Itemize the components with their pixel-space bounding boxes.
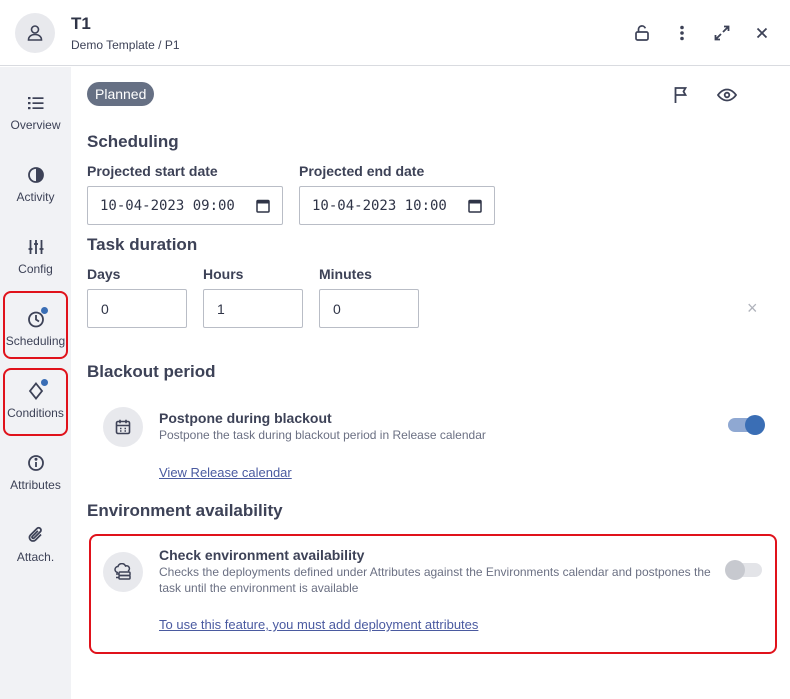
expand-button[interactable] [710,21,734,45]
end-date-input[interactable]: 10-04-2023 10:00 [299,186,495,225]
environment-icon-wrap [103,552,143,592]
clock-icon [25,307,48,330]
add-deployment-attributes-link[interactable]: To use this feature, you must add deploy… [159,617,478,632]
start-date-input[interactable]: 10-04-2023 09:00 [87,186,283,225]
blackout-icon-wrap [103,407,143,447]
scheduling-heading: Scheduling [87,132,179,151]
unlock-button[interactable] [630,21,654,45]
postpone-title: Postpone during blackout [159,410,332,426]
minutes-input[interactable]: 0 [319,289,419,328]
view-release-calendar-link[interactable]: View Release calendar [159,465,292,480]
list-icon [25,92,47,114]
watch-button[interactable] [715,83,739,107]
hours-label: Hours [203,266,244,282]
cloud-server-icon [114,563,131,580]
sidebar-item-label: Conditions [7,406,64,420]
sidebar-item-attachments[interactable]: Attach. [0,518,71,578]
sidebar-item-label: Scheduling [5,334,66,348]
clear-duration-button[interactable]: × [747,298,758,319]
sidebar-item-conditions[interactable]: Conditions [0,374,71,434]
task-duration-heading: Task duration [87,235,198,254]
sidebar-item-config[interactable]: Config [0,230,71,290]
more-options-button[interactable] [670,21,694,45]
days-input[interactable]: 0 [87,289,187,328]
task-title: T1 [71,14,91,33]
toggle-knob [725,560,745,580]
start-date-value: 10-04-2023 09:00 [100,197,235,214]
calendar-icon[interactable] [468,199,482,213]
sidebar-item-label: Activity [16,190,55,204]
info-icon [25,452,47,474]
close-icon [756,27,768,39]
sidebar-item-activity[interactable]: Activity [0,158,71,218]
breadcrumb: Demo Template / P1 [71,38,180,52]
paperclip-icon [25,524,47,546]
start-date-label: Projected start date [87,163,218,179]
status-badge: Planned [87,82,155,106]
sidebar-item-scheduling[interactable]: Scheduling [0,302,71,362]
activity-icon [25,164,47,186]
sidebar-item-label: Attributes [10,478,61,492]
postpone-toggle[interactable] [728,415,765,435]
task-header: T1 Demo Template / P1 [0,0,790,66]
calendar-icon [115,419,131,435]
sidebar-item-attributes[interactable]: Attributes [0,446,71,506]
indicator-dot [40,307,48,314]
environment-heading: Environment availability [87,501,283,520]
check-env-description: Checks the deployments defined under Att… [159,565,711,595]
check-env-toggle[interactable] [725,560,762,580]
expand-icon [714,25,730,41]
user-icon [27,25,43,41]
end-date-value: 10-04-2023 10:00 [312,197,447,214]
eye-icon [717,88,737,102]
sidebar-item-label: Attach. [16,550,55,564]
diamond-icon [25,379,48,402]
calendar-icon[interactable] [256,199,270,213]
minutes-label: Minutes [319,266,372,282]
sidebar-item-label: Overview [10,118,61,132]
flag-icon [674,87,688,103]
toggle-knob [745,415,765,435]
sidebar-item-label: Config [18,262,53,276]
sliders-icon [25,236,47,258]
hours-input[interactable]: 1 [203,289,303,328]
avatar [15,13,55,53]
check-env-title: Check environment availability [159,547,365,563]
more-vertical-icon [680,25,684,41]
flag-button[interactable] [669,83,693,107]
unlock-icon [635,25,649,41]
sidebar: Overview Activity Config Scheduling Cond… [0,67,71,699]
close-button[interactable] [750,21,774,45]
days-label: Days [87,266,121,282]
sidebar-item-overview[interactable]: Overview [0,86,71,146]
indicator-dot [40,379,48,386]
blackout-heading: Blackout period [87,362,216,381]
postpone-description: Postpone the task during blackout period… [159,428,486,442]
end-date-label: Projected end date [299,163,425,179]
